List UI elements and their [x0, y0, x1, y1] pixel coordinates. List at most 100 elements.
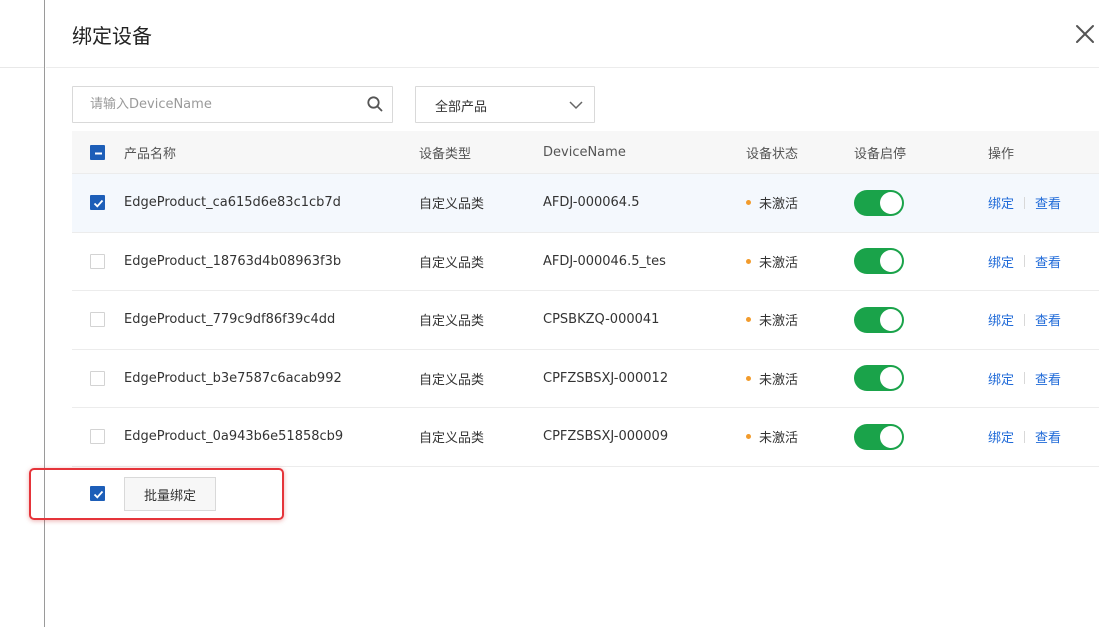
status-text: 未激活 [759, 197, 799, 213]
bind-link[interactable]: 绑定 [988, 369, 1014, 388]
row-product-name: EdgeProduct_b3e7587c6acab992 [124, 370, 342, 386]
operation-divider [1024, 430, 1026, 443]
row-status: 未激活 [746, 291, 798, 349]
status-text: 未激活 [759, 431, 799, 447]
row-switch-cell [854, 174, 904, 232]
row-checkbox-cell [90, 233, 105, 291]
status-dot-icon [746, 258, 751, 264]
row-operations: 绑定 查看 [988, 233, 1061, 291]
row-checkbox[interactable] [90, 195, 105, 211]
toggle-knob [880, 191, 902, 214]
row-device-name: CPFZSBSXJ-000012 [543, 370, 669, 386]
status-dot-icon [746, 317, 751, 323]
header-device-status: 设备状态 [746, 146, 799, 162]
row-checkbox[interactable] [90, 370, 105, 386]
row-operations: 绑定 查看 [988, 174, 1061, 232]
background-divider [0, 67, 44, 68]
device-enable-toggle[interactable] [854, 365, 904, 392]
device-enable-toggle[interactable] [854, 248, 904, 275]
device-search-box [72, 86, 393, 123]
close-icon [1076, 25, 1094, 43]
view-link[interactable]: 查看 [1035, 193, 1061, 212]
device-table: 产品名称 设备类型 DeviceName 设备状态 设备启停 操作 EdgePr… [72, 131, 1099, 467]
table-header: 产品名称 设备类型 DeviceName 设备状态 设备启停 操作 [72, 131, 1099, 174]
view-link[interactable]: 查看 [1035, 369, 1061, 388]
select-all-checkbox[interactable] [90, 144, 105, 160]
table-row[interactable]: EdgeProduct_779c9df86f39c4dd 自定义品类 CPSBK… [72, 291, 1099, 350]
operation-divider [1024, 372, 1026, 385]
row-checkbox[interactable] [90, 312, 105, 328]
device-search-input[interactable] [73, 87, 353, 122]
batch-select-checkbox[interactable] [90, 486, 105, 501]
row-device-name: AFDJ-000046.5_tes [543, 253, 666, 269]
bind-device-dialog: 绑定设备 全部产品 [46, 0, 1099, 627]
search-icon[interactable] [366, 95, 384, 113]
dialog-header: 绑定设备 [46, 0, 1099, 68]
operation-divider [1024, 255, 1026, 268]
header-device-switch: 设备启停 [854, 146, 907, 162]
view-link[interactable]: 查看 [1035, 310, 1061, 329]
toggle-knob [880, 425, 902, 448]
table-row[interactable]: EdgeProduct_0a943b6e51858cb9 自定义品类 CPFZS… [72, 408, 1099, 467]
table-row[interactable]: EdgeProduct_18763d4b08963f3b 自定义品类 AFDJ-… [72, 233, 1099, 291]
indeterminate-icon [95, 152, 102, 154]
status-text: 未激活 [759, 372, 799, 388]
row-device-type: 自定义品类 [419, 197, 485, 213]
batch-action-bar: 批量绑定 [72, 465, 472, 525]
row-operations: 绑定 查看 [988, 350, 1061, 408]
page: 绑定设备 全部产品 [0, 0, 1099, 627]
row-checkbox[interactable] [90, 429, 105, 445]
close-button[interactable] [1073, 22, 1097, 46]
bind-link[interactable]: 绑定 [988, 427, 1014, 446]
view-link[interactable]: 查看 [1035, 252, 1061, 271]
row-switch-cell [854, 408, 904, 466]
product-select-value: 全部产品 [435, 100, 488, 115]
status-text: 未激活 [759, 314, 799, 330]
row-status: 未激活 [746, 408, 798, 466]
row-status: 未激活 [746, 174, 798, 232]
row-device-name: CPFZSBSXJ-000009 [543, 429, 669, 445]
row-checkbox-cell [90, 350, 105, 408]
batch-bind-button[interactable]: 批量绑定 [124, 477, 216, 511]
status-dot-icon [746, 434, 751, 440]
row-device-name: CPSBKZQ-000041 [543, 312, 660, 328]
device-enable-toggle[interactable] [854, 189, 904, 216]
view-link[interactable]: 查看 [1035, 427, 1061, 446]
device-enable-toggle[interactable] [854, 306, 904, 333]
row-checkbox-cell [90, 174, 105, 232]
background-panel [0, 0, 45, 627]
row-device-type: 自定义品类 [419, 372, 485, 388]
row-product-name: EdgeProduct_779c9df86f39c4dd [124, 312, 336, 328]
dialog-title: 绑定设备 [72, 24, 152, 48]
bind-link[interactable]: 绑定 [988, 252, 1014, 271]
device-enable-toggle[interactable] [854, 423, 904, 450]
row-product-name: EdgeProduct_18763d4b08963f3b [124, 253, 342, 269]
toggle-knob [880, 308, 902, 331]
status-dot-icon [746, 200, 751, 206]
product-select[interactable]: 全部产品 [415, 86, 595, 123]
header-product-name: 产品名称 [124, 146, 177, 162]
row-device-name: AFDJ-000064.5 [543, 195, 640, 211]
operation-divider [1024, 196, 1026, 209]
header-operations: 操作 [988, 146, 1015, 162]
row-checkbox[interactable] [90, 253, 105, 269]
row-operations: 绑定 查看 [988, 408, 1061, 466]
table-row[interactable]: EdgeProduct_ca615d6e83c1cb7d 自定义品类 AFDJ-… [72, 174, 1099, 233]
header-device-type: 设备类型 [419, 146, 472, 162]
operation-divider [1024, 313, 1026, 326]
header-device-name: DeviceName [543, 144, 626, 160]
bind-link[interactable]: 绑定 [988, 310, 1014, 329]
row-switch-cell [854, 350, 904, 408]
header-checkbox-cell [90, 131, 105, 173]
row-device-type: 自定义品类 [419, 255, 485, 271]
table-row[interactable]: EdgeProduct_b3e7587c6acab992 自定义品类 CPFZS… [72, 350, 1099, 408]
row-checkbox-cell [90, 408, 105, 466]
row-switch-cell [854, 291, 904, 349]
bind-link[interactable]: 绑定 [988, 193, 1014, 212]
status-text: 未激活 [759, 255, 799, 271]
row-product-name: EdgeProduct_ca615d6e83c1cb7d [124, 195, 341, 211]
row-product-name: EdgeProduct_0a943b6e51858cb9 [124, 429, 344, 445]
row-switch-cell [854, 233, 904, 291]
chevron-down-icon [569, 101, 583, 110]
row-checkbox-cell [90, 291, 105, 349]
